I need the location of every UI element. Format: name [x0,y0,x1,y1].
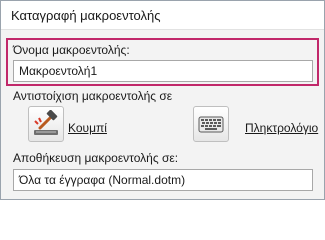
assign-button-label[interactable]: Κουμπί [68,121,107,135]
store-macro-label: Αποθήκευση μακροεντολής σε: [13,151,179,165]
assign-keyboard-icon-button[interactable] [193,106,229,142]
assign-button-icon-button[interactable] [28,106,64,142]
assign-keyboard-label[interactable]: Πληκτρολόγιο [245,121,318,135]
macro-name-label: Όνομα μακροεντολής: [13,43,130,57]
store-macro-value: Όλα τα έγγραφα (Normal.dotm) [19,173,186,187]
macro-name-value: Μακροεντολή1 [19,64,98,78]
keyboard-icon [198,116,224,133]
hammer-button-icon [34,110,58,135]
dialog-title: Καταγραφή μακροεντολής [11,8,161,23]
title-bar: Καταγραφή μακροεντολής [1,1,324,30]
macro-name-input[interactable]: Μακροεντολή1 [13,60,313,82]
store-macro-select[interactable]: Όλα τα έγγραφα (Normal.dotm) [13,169,313,191]
record-macro-dialog: Καταγραφή μακροεντολής Όνομα μακροεντολή… [0,0,325,200]
assign-macro-label: Αντιστοίχιση μακροεντολής σε [13,89,173,103]
